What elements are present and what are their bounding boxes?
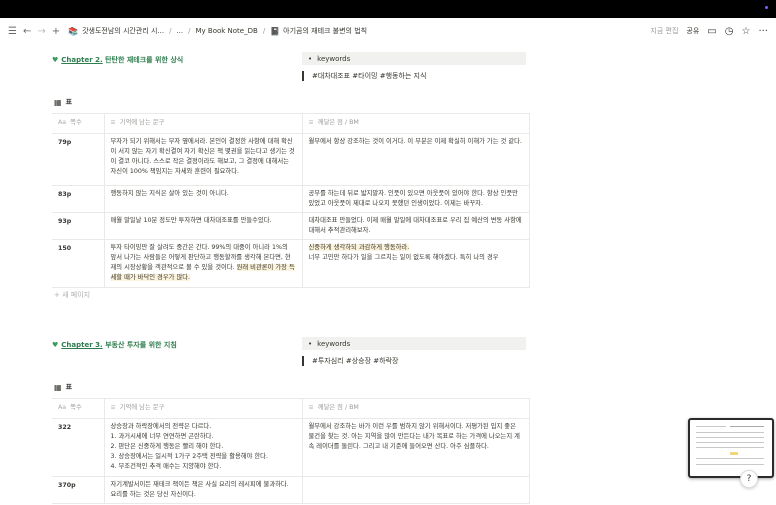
quote-cell[interactable]: 자기계발서이든 재테크 책이든 책은 사실 요리의 레시피에 불과하다. 요리를… [104,476,303,504]
quote-cell[interactable]: 상승장과 하락장에서의 전략은 다르다. 1. 과거시세에 너무 연연하면 곤란… [104,418,303,477]
book-icon: 📓 [270,26,281,36]
keywords-label: keywords [317,339,351,348]
quote-cell[interactable]: 부자가 되기 위해서는 부자 옆에서라. 본인이 결정한 사항에 대해 확신이 … [104,133,303,186]
add-page-icon[interactable]: + [52,26,60,37]
forward-arrow-icon[interactable]: → [37,26,45,37]
table-label: 표 [65,98,73,106]
column-header[interactable]: Aa 쪽수 [52,398,105,419]
breadcrumb-database[interactable]: My Book Note_DB [195,27,257,35]
keywords-quote: #투자심리 #상승장 #하락장 [302,356,398,366]
table-title: ▦ 표 [54,97,72,107]
page-cell[interactable]: 83p [52,185,105,213]
breadcrumb-current-page[interactable]: 아기곰의 재테크 불변의 법칙 [283,26,367,36]
page-cell[interactable]: 370p [52,476,105,504]
chapter-heading: ♥ Chapter 3. 부동산 투자를 위한 지침 [52,340,177,350]
quote-cell[interactable]: 매월 말일날 10분 정도만 투자하면 대차대조표를 만들수있다. [104,212,303,240]
keywords-quote: #대차대조표 #타이밍 #행동하는 지식 [302,71,426,81]
breadcrumb-separator: / [262,27,266,35]
text-property-icon: Aa [58,404,67,411]
column-header[interactable]: ≡ 깨달은 점 / BM [302,398,530,419]
green-heart-icon: ♥ [52,341,59,349]
table-header-row: Aa 쪽수 ≡ 기억에 남는 문구 ≡ 깨달은 점 / BM [52,113,530,134]
more-options-icon[interactable]: ··· [758,26,768,37]
table-icon: ▦ [54,382,62,392]
table-row[interactable]: 83p 행동하지 않는 지식은 살아 있는 것이 아니다. 공부를 하는데 뒤로… [52,185,530,213]
text-property-icon: ≡ [110,119,116,126]
keywords-label: keywords [317,54,351,63]
note-cell[interactable]: 월부에서 항상 강조하는 것이 이거다. 이 부분은 이제 확실히 이해가 가는… [302,133,530,186]
text-property-icon: ≡ [308,119,314,126]
breadcrumb-workspace[interactable]: 갓생도전남의 시간관리 시... [82,26,164,36]
status-dot [765,6,768,9]
table-row[interactable]: 322 상승장과 하락장에서의 전략은 다르다. 1. 과거시세에 너무 연연하… [52,418,530,477]
table-row[interactable]: 150 투자 타이밍만 잘 살려도 중간은 간다. 99%의 대중이 아니라 1… [52,239,530,288]
breadcrumb-separator: / [169,27,172,35]
quote-cell[interactable]: 행동하지 않는 지식은 살아 있는 것이 아니다. [104,185,303,213]
chapter-heading: ♥ Chapter 2. 탄탄한 재테크를 위한 상식 [52,55,183,65]
table-header-row: Aa 쪽수 ≡ 기억에 남는 문구 ≡ 깨달은 점 / BM [52,398,530,419]
help-icon[interactable]: ? [740,470,758,488]
workspace-icon: 📚 [68,26,79,36]
column-header[interactable]: ≡ 깨달은 점 / BM [302,113,530,134]
chapter-link[interactable]: Chapter 2. [61,56,102,64]
highlighted-text: 신중하게 생각하되 과감하게 행동하라. [308,244,410,251]
quote-cell[interactable]: 투자 타이밍만 잘 살려도 중간은 간다. 99%의 대중이 아니라 1%의 앞… [104,239,303,288]
text-property-icon: Aa [58,119,67,126]
notes-table: Aa 쪽수 ≡ 기억에 남는 문구 ≡ 깨달은 점 / BM 79p 부자가 되기 위… [52,113,530,288]
table-row[interactable]: 370p 자기계발서이든 재테크 책이든 책은 사실 요리의 레시피에 불과하다… [52,476,530,504]
page-preview-thumbnail[interactable] [688,418,774,478]
green-heart-icon: ♥ [52,56,59,64]
chapter-title: 탄탄한 재테크를 위한 상식 [102,56,184,64]
page-cell[interactable]: 322 [52,418,105,477]
note-cell[interactable]: 신중하게 생각하되 과감하게 행동하라. 너무 고민만 하다가 일을 그르치는 일… [302,239,530,288]
page-cell[interactable]: 79p [52,133,105,186]
column-header[interactable]: ≡ 기억에 남는 문구 [104,398,303,419]
column-header[interactable]: Aa 쪽수 [52,113,105,134]
note-cell[interactable] [302,476,530,504]
comments-icon[interactable]: ▭ [707,26,716,37]
notes-table: Aa 쪽수 ≡ 기억에 남는 문구 ≡ 깨달은 점 / BM 322 상승장과 하락장… [52,398,530,504]
page-cell[interactable]: 93p [52,212,105,240]
history-icon[interactable]: ◷ [725,26,734,37]
note-cell[interactable]: 대차대조표 만들었다. 이제 매월 말일에 대차대조표로 우리 집 예산의 변동… [302,212,530,240]
edited-status: 지금 편집 [650,27,679,35]
chapter-link[interactable]: Chapter 3. [61,341,102,349]
bullet-icon: • [308,54,313,63]
new-page-button[interactable]: + 새 페이지 [54,290,90,300]
breadcrumb-separator: / [188,27,191,35]
back-arrow-icon[interactable]: ← [23,26,31,37]
column-header[interactable]: ≡ 기억에 남는 문구 [104,113,303,134]
page-cell[interactable]: 150 [52,239,105,288]
table-icon: ▦ [54,97,62,107]
plus-icon: + [54,291,63,299]
text-property-icon: ≡ [308,404,314,411]
chapter-title: 부동산 투자를 위한 지침 [102,341,177,349]
top-navigation: ☰ ← → + 📚 갓생도전남의 시간관리 시... / ... / My Bo… [0,18,776,44]
table-row[interactable]: 79p 부자가 되기 위해서는 부자 옆에서라. 본인이 결정한 사항에 대해 … [52,133,530,186]
text-property-icon: ≡ [110,404,116,411]
system-top-bar [0,0,776,18]
share-button[interactable]: 공유 [686,26,699,36]
breadcrumb-ellipsis[interactable]: ... [176,27,183,35]
menu-icon[interactable]: ☰ [8,26,17,37]
keywords-callout: • keywords [302,52,526,65]
table-title: ▦ 표 [54,382,72,392]
nav-actions: 지금 편집 공유 ▭ ◷ ☆ ··· [650,18,768,44]
bullet-icon: • [308,339,313,348]
note-cell[interactable]: 월부에서 강조하는 바가 이런 우를 범하지 않기 위해서이다. 저평가된 입지… [302,418,530,477]
favorite-star-icon[interactable]: ☆ [741,26,750,37]
table-row[interactable]: 93p 매월 말일날 10분 정도만 투자하면 대차대조표를 만들수있다. 대차… [52,212,530,240]
keywords-callout: • keywords [302,337,526,350]
note-cell[interactable]: 공부를 하는데 뒤로 밟지말자. 인풋이 있으면 아웃풋이 있어야 한다. 항상… [302,185,530,213]
table-label: 표 [65,383,73,391]
